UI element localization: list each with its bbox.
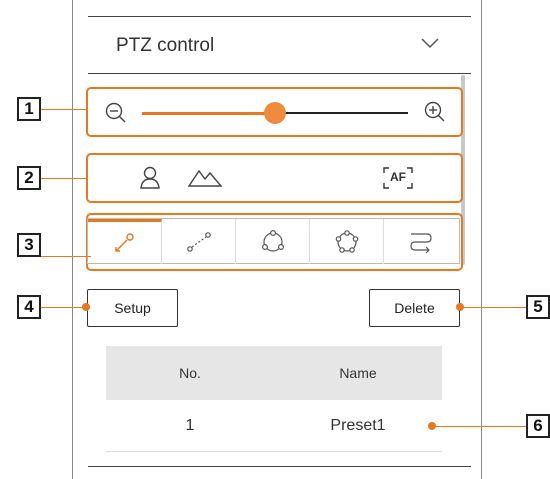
preset-table-header: No. Name (106, 346, 442, 400)
callout-dot-6 (428, 422, 436, 430)
mountain-icon[interactable] (187, 166, 223, 193)
tab-preset[interactable] (88, 219, 162, 264)
bottom-divider (88, 466, 471, 467)
zoom-out-icon[interactable] (104, 101, 128, 130)
callout-leader-3 (41, 256, 91, 257)
autofocus-icon[interactable]: AF (382, 166, 414, 190)
zoom-in-icon[interactable] (423, 100, 447, 129)
tab-tour[interactable] (310, 219, 384, 264)
swing-icon (186, 231, 211, 252)
group-icon (261, 229, 284, 252)
panel-left-border (72, 0, 73, 479)
section-title[interactable]: PTZ control (116, 35, 214, 57)
column-header-no[interactable]: No. (106, 346, 274, 400)
preset-name: Preset1 (330, 417, 386, 434)
tour-icon (335, 229, 358, 253)
column-header-name[interactable]: Name (274, 346, 442, 400)
trace-icon (410, 232, 432, 253)
chevron-down-icon[interactable] (420, 36, 440, 55)
callout-badge-4: 4 (17, 295, 41, 319)
header-divider (88, 73, 471, 74)
callout-dot-4 (82, 303, 90, 311)
callout-badge-2: 2 (17, 166, 41, 190)
preset-tabs (87, 218, 460, 264)
autofocus-label: AF (390, 170, 406, 184)
preset-number: 1 (185, 417, 195, 434)
panel-right-border (481, 0, 482, 479)
person-icon[interactable] (137, 164, 163, 195)
tab-swing[interactable] (162, 219, 236, 264)
top-divider (88, 16, 471, 17)
callout-badge-3: 3 (17, 233, 41, 257)
callout-dot-5 (456, 303, 464, 311)
zoom-slider-thumb[interactable] (264, 102, 286, 124)
callout-leader-4 (41, 307, 84, 308)
zoom-slider-filled[interactable] (142, 112, 275, 115)
callout-badge-6: 6 (526, 414, 550, 438)
callout-leader-2 (41, 178, 87, 179)
delete-button[interactable]: Delete (369, 289, 460, 327)
callout-leader-5 (462, 307, 526, 308)
tab-group[interactable] (236, 219, 310, 264)
setup-button[interactable]: Setup (87, 289, 178, 327)
callout-badge-5: 5 (526, 295, 550, 319)
table-row[interactable]: 1 Preset1 (106, 400, 442, 452)
callout-leader-6 (434, 426, 526, 427)
callout-badge-1: 1 (17, 97, 41, 121)
preset-icon (114, 233, 134, 252)
zoom-slider-track[interactable] (275, 112, 408, 114)
callout-leader-1 (41, 109, 87, 110)
tab-trace[interactable] (384, 219, 458, 264)
